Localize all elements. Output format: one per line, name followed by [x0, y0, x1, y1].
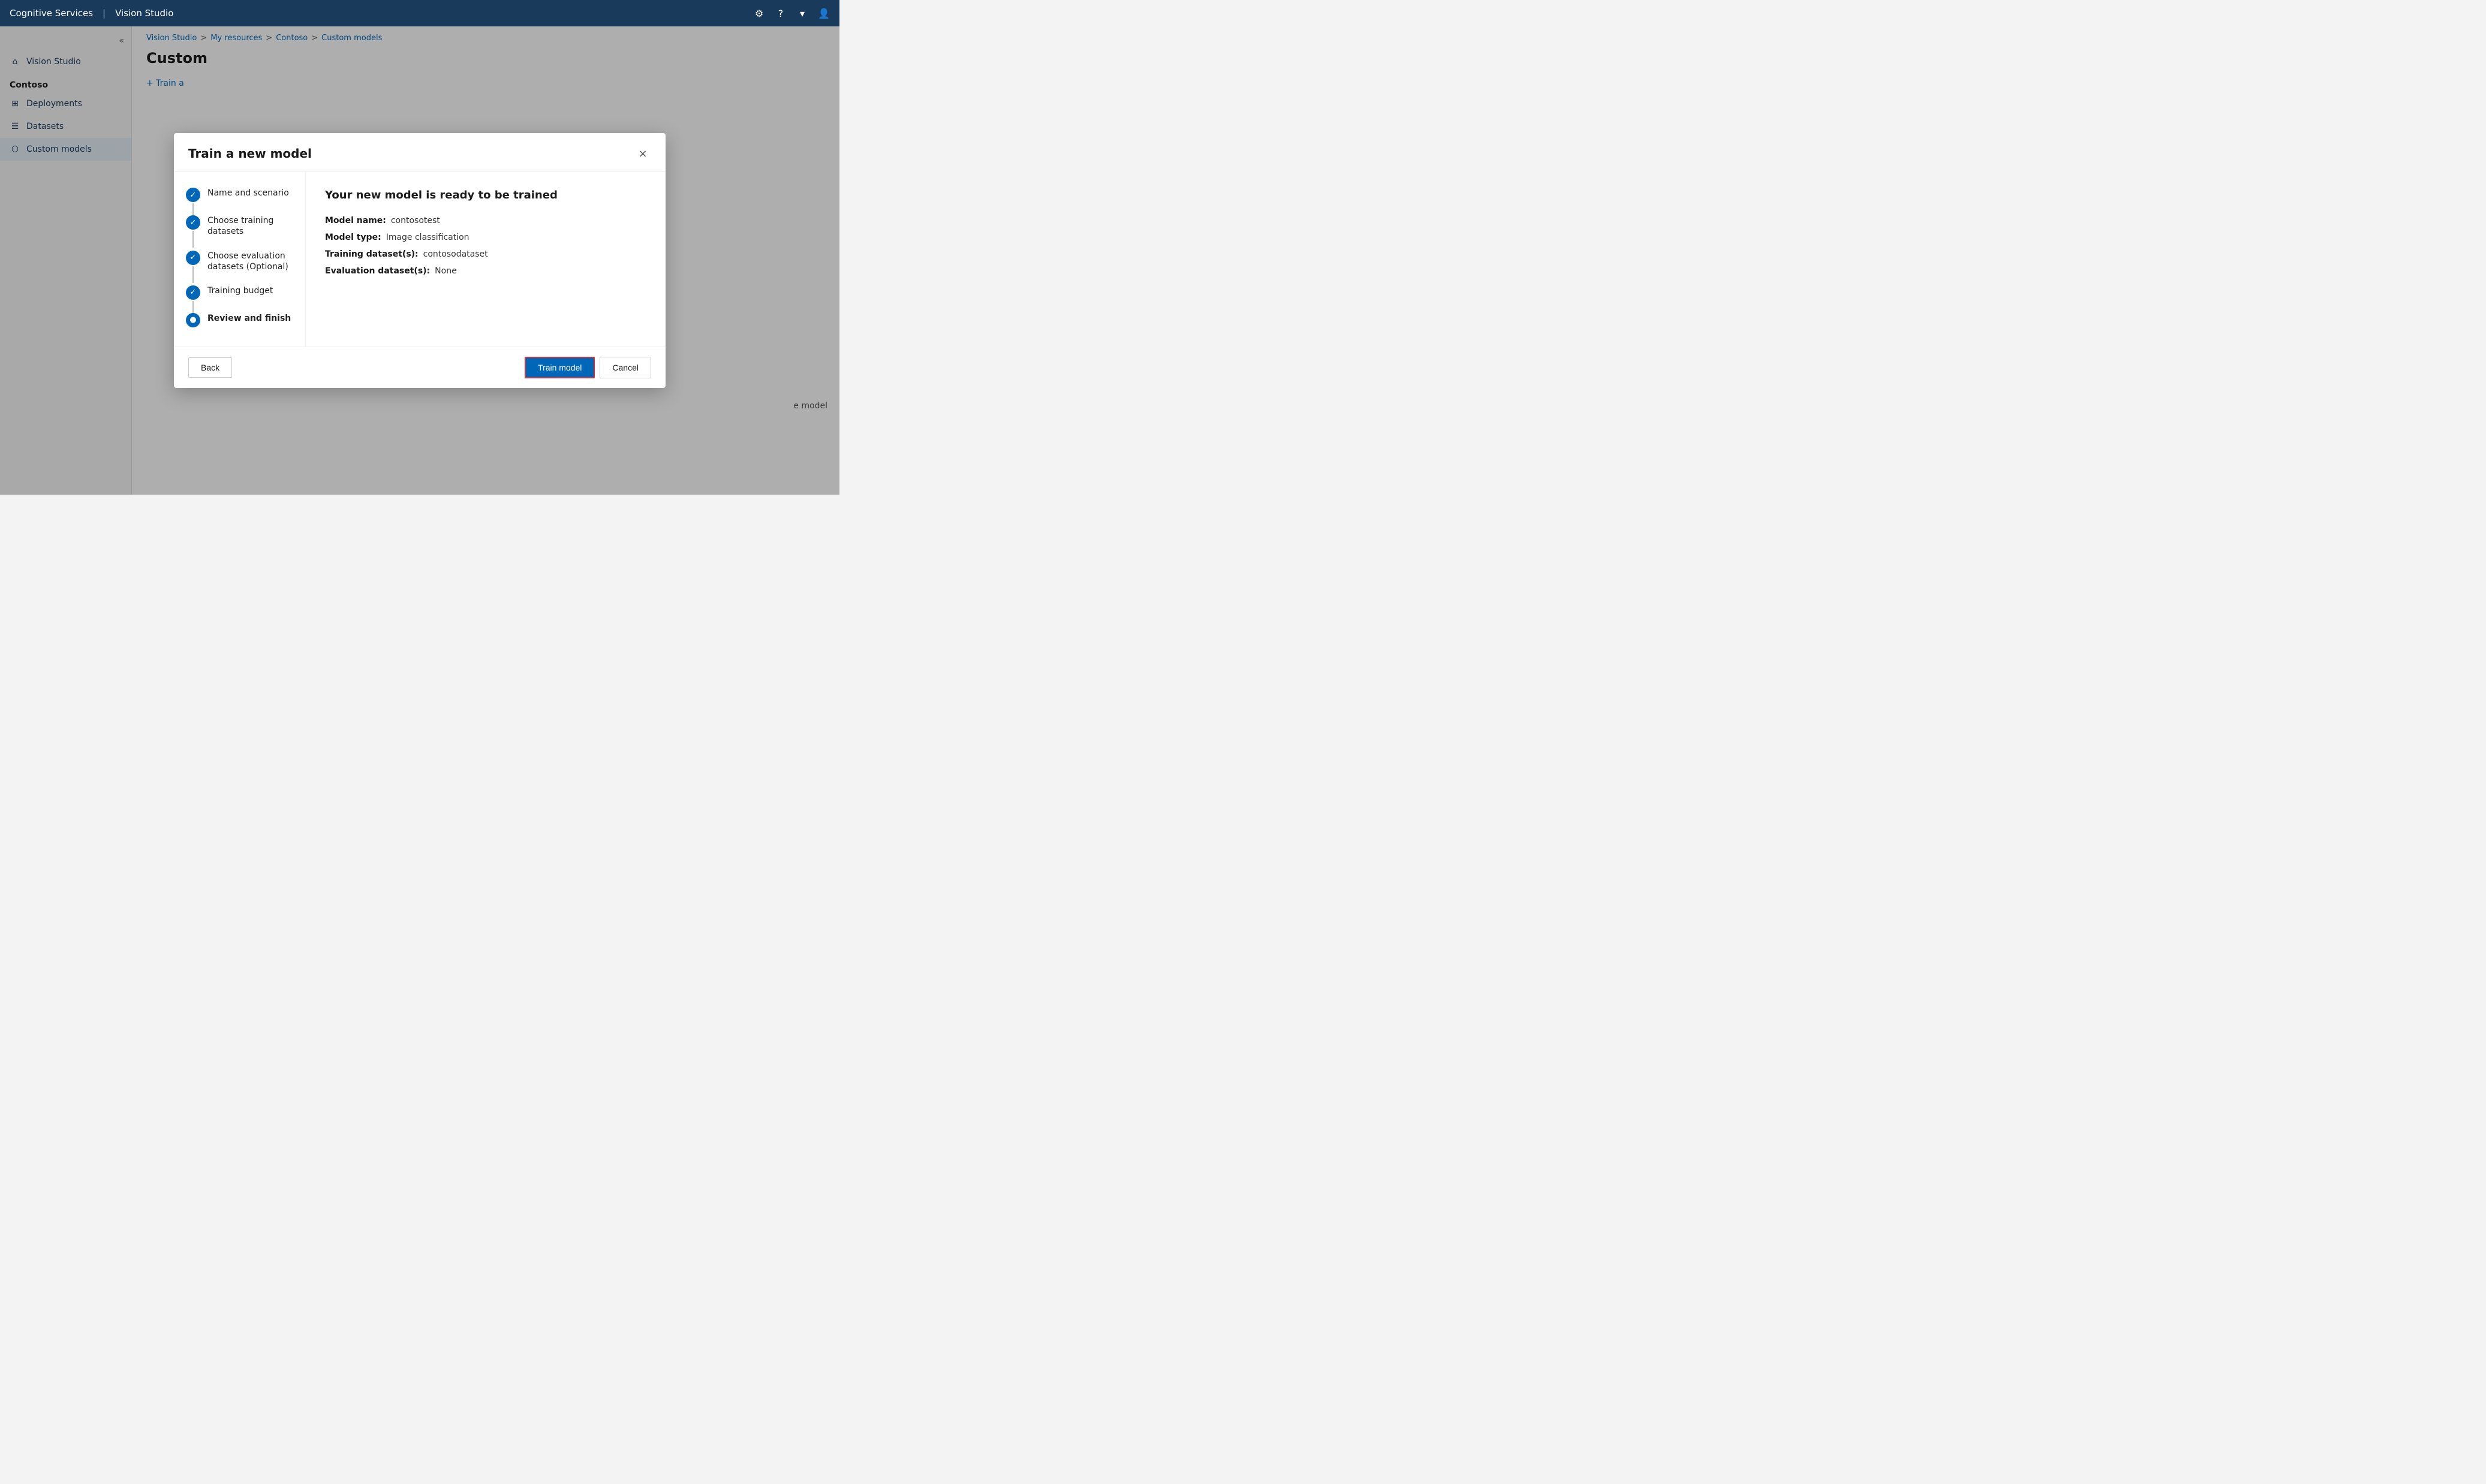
dropdown-icon[interactable]: ▾: [796, 7, 808, 19]
detail-label-training-dataset: Training dataset(s):: [325, 249, 419, 259]
detail-label-model-name: Model name:: [325, 216, 386, 225]
detail-value-eval-dataset: None: [435, 266, 457, 276]
brand-name: Cognitive Services: [10, 8, 93, 19]
step-label-5: Review and finish: [207, 312, 291, 324]
detail-row-model-type: Model type: Image classification: [325, 233, 646, 242]
steps-panel: ✓ Name and scenario ✓ Choose training da…: [174, 172, 306, 347]
step-training-datasets: ✓ Choose training datasets: [186, 214, 293, 237]
detail-label-eval-dataset: Evaluation dataset(s):: [325, 266, 430, 276]
step-training-budget: ✓ Training budget: [186, 284, 293, 300]
topbar: Cognitive Services | Vision Studio ⚙ ? ▾…: [0, 0, 839, 26]
step-label-2: Choose training datasets: [207, 214, 293, 237]
close-button[interactable]: ×: [634, 145, 651, 162]
content-panel: Your new model is ready to be trained Mo…: [306, 172, 666, 347]
detail-row-training-dataset: Training dataset(s): contosodataset: [325, 249, 646, 259]
topbar-divider: |: [103, 8, 106, 19]
train-model-button[interactable]: Train model: [525, 357, 595, 378]
step-review-finish: ● Review and finish: [186, 312, 293, 327]
step-connector-3: [192, 266, 194, 283]
content-heading: Your new model is ready to be trained: [325, 189, 646, 201]
detail-row-eval-dataset: Evaluation dataset(s): None: [325, 266, 646, 276]
cancel-button[interactable]: Cancel: [600, 357, 651, 378]
user-icon[interactable]: 👤: [818, 7, 830, 19]
footer-left: Back: [188, 357, 232, 378]
step-name-scenario: ✓ Name and scenario: [186, 186, 293, 202]
step-circle-2: ✓: [186, 215, 200, 230]
detail-value-model-name: contosotest: [391, 216, 440, 225]
modal-dialog: Train a new model × ✓ Name and scenario …: [174, 133, 666, 388]
modal-title: Train a new model: [188, 146, 312, 161]
step-circle-5: ●: [186, 313, 200, 327]
modal-footer: Back Train model Cancel: [174, 347, 666, 388]
detail-row-model-name: Model name: contosotest: [325, 216, 646, 225]
modal-overlay: Train a new model × ✓ Name and scenario …: [0, 26, 839, 495]
app-name: Vision Studio: [115, 8, 173, 19]
modal-header: Train a new model ×: [174, 133, 666, 172]
footer-right: Train model Cancel: [525, 357, 651, 378]
modal-body: ✓ Name and scenario ✓ Choose training da…: [174, 172, 666, 347]
step-label-3: Choose evaluation datasets (Optional): [207, 249, 293, 272]
step-circle-3: ✓: [186, 251, 200, 265]
step-label-4: Training budget: [207, 284, 273, 296]
step-circle-4: ✓: [186, 285, 200, 300]
help-icon[interactable]: ?: [775, 7, 787, 19]
settings-icon[interactable]: ⚙: [753, 7, 765, 19]
back-button[interactable]: Back: [188, 357, 232, 378]
detail-value-training-dataset: contosodataset: [423, 249, 488, 259]
step-connector-2: [192, 231, 194, 248]
step-eval-datasets: ✓ Choose evaluation datasets (Optional): [186, 249, 293, 272]
step-label-1: Name and scenario: [207, 186, 289, 198]
detail-value-model-type: Image classification: [386, 233, 469, 242]
step-circle-1: ✓: [186, 188, 200, 202]
detail-label-model-type: Model type:: [325, 233, 381, 242]
topbar-actions: ⚙ ? ▾ 👤: [753, 7, 830, 19]
topbar-brand: Cognitive Services | Vision Studio: [10, 8, 173, 19]
